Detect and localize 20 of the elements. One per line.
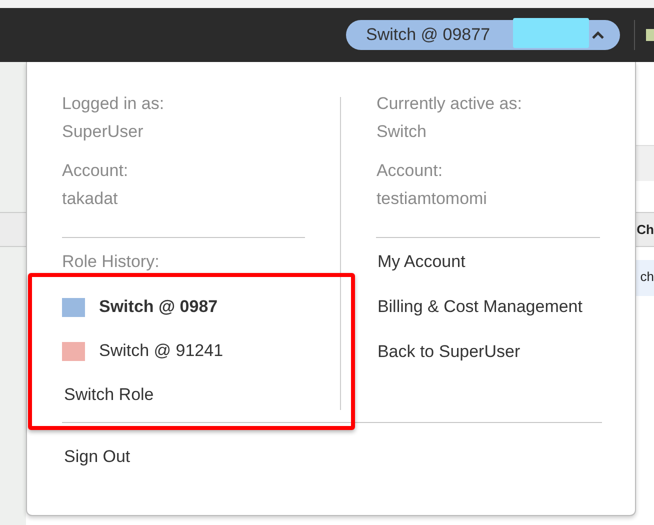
section-label: Role History: bbox=[62, 252, 160, 272]
field-label: Logged in as: bbox=[62, 94, 164, 114]
role-link[interactable]: Switch @ 91241 bbox=[99, 341, 224, 361]
field-value: SuperUser bbox=[62, 122, 144, 142]
field-value: testiamtomomi bbox=[376, 189, 487, 209]
column-header: Ch bbox=[636, 222, 654, 237]
menu-link[interactable]: My Account bbox=[377, 252, 466, 272]
caret-icon bbox=[592, 31, 604, 39]
menu-link[interactable]: Back to SuperUser bbox=[377, 342, 520, 362]
toolbar-icon[interactable] bbox=[646, 29, 654, 41]
sign-out-link[interactable]: Sign Out bbox=[64, 447, 130, 467]
field-label: Account: bbox=[376, 161, 443, 181]
role-link[interactable]: Switch @ 0987 bbox=[99, 297, 218, 317]
table-cell: ch bbox=[640, 269, 654, 284]
field-label: Account: bbox=[62, 161, 128, 181]
switch-role-link[interactable]: Switch Role bbox=[64, 385, 154, 405]
field-label: Currently active as: bbox=[376, 94, 522, 114]
field-value: Switch bbox=[376, 122, 427, 142]
field-value: takadat bbox=[62, 189, 118, 209]
menu-link[interactable]: Billing & Cost Management bbox=[377, 297, 582, 317]
